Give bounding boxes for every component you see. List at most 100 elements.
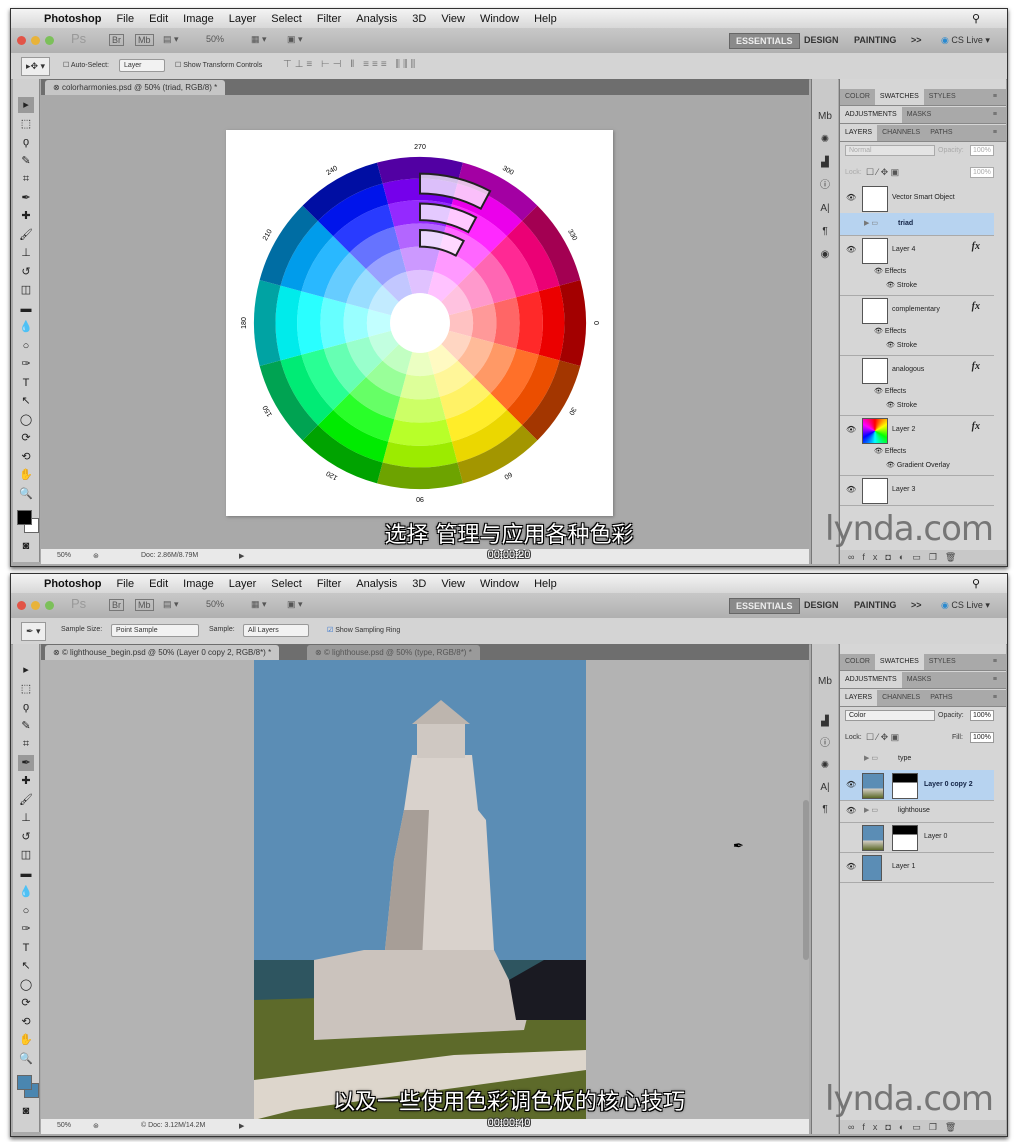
clone-stamp-icon[interactable]: ⊥ (18, 245, 34, 261)
effect-item[interactable]: 👁 Stroke (886, 341, 917, 349)
history-brush-icon[interactable]: ↺ (18, 829, 34, 845)
bridge-button[interactable]: Br (109, 599, 124, 611)
fx-icon[interactable]: fx (972, 301, 980, 312)
workspace-design[interactable]: DESIGN (804, 35, 839, 45)
mini-bridge-icon[interactable]: Mb (817, 674, 833, 690)
opacity-field[interactable]: 100% (970, 710, 994, 721)
foreground-color-swatch[interactable] (17, 510, 32, 525)
blur-tool-icon[interactable]: 💧 (18, 884, 34, 900)
character-icon[interactable]: A| (817, 780, 833, 796)
3d-orbit-icon[interactable]: ⟲ (18, 449, 34, 465)
workspace-painting[interactable]: PAINTING (854, 600, 896, 610)
info-icon[interactable]: ⓘ (817, 178, 833, 194)
brush-tool-icon[interactable]: 🖌 (18, 792, 34, 808)
mask-icon[interactable]: ◘ (885, 1122, 898, 1132)
menu-photoshop[interactable]: Photoshop (44, 578, 101, 590)
fx-icon[interactable]: fx (862, 552, 885, 562)
mini-bridge-button[interactable]: Mb (135, 34, 154, 46)
menu-help[interactable]: Help (534, 13, 557, 25)
type-tool-icon[interactable]: T (18, 375, 34, 391)
pen-tool-icon[interactable]: ✑ (18, 356, 34, 372)
arrange-documents-icon[interactable]: ▦ ▾ (251, 34, 267, 45)
layer-row[interactable]: 👁 Vector Smart Object (840, 183, 994, 214)
menu-select[interactable]: Select (271, 13, 302, 25)
cs-live-button[interactable]: ◉ CS Live ▾ (941, 35, 990, 46)
panel-menu-icon[interactable]: ≡ (988, 690, 1002, 706)
group-folder-icon[interactable]: ▶ ▭ (864, 754, 878, 762)
arrange-documents-icon[interactable]: ▦ ▾ (251, 599, 267, 610)
tab-layers[interactable]: LAYERS (840, 690, 878, 706)
move-tool-icon[interactable]: ▸ (18, 662, 34, 678)
pen-tool-icon[interactable]: ✑ (18, 921, 34, 937)
canvas-area[interactable]: ✒ (41, 660, 809, 1120)
mini-bridge-button[interactable]: Mb (135, 599, 154, 611)
close-tab-icon[interactable]: ⊗ (53, 648, 60, 657)
blur-tool-icon[interactable]: 💧 (18, 319, 34, 335)
menu-image[interactable]: Image (183, 578, 214, 590)
menu-file[interactable]: File (116, 578, 134, 590)
move-tool-preset[interactable]: ▸✥ ▾ (21, 57, 51, 76)
adjustment-icon[interactable]: ◐ (899, 1122, 912, 1132)
bridge-button[interactable]: Br (109, 34, 124, 46)
layer-row[interactable]: ▶ ▭ type (840, 748, 994, 771)
menu-photoshop[interactable]: Photoshop (44, 13, 101, 25)
menu-layer[interactable]: Layer (229, 13, 257, 25)
info-icon[interactable]: ⓘ (817, 736, 833, 752)
auto-select-checkbox[interactable]: ☐ Auto-Select: (63, 61, 109, 69)
lock-icons[interactable]: ☐ ⁄ ✥ ▣ (866, 167, 899, 178)
menu-window[interactable]: Window (480, 578, 519, 590)
path-select-icon[interactable]: ↖ (18, 958, 34, 974)
tab-channels[interactable]: CHANNELS (877, 690, 925, 706)
document-canvas[interactable]: 0 30 60 90 120 150 180 210 240 270 300 330 (226, 130, 613, 516)
search-icon[interactable]: ⚲ (972, 12, 980, 25)
cs-live-button[interactable]: ◉ CS Live ▾ (941, 600, 990, 611)
close-tab-icon[interactable]: ⊗ (315, 648, 322, 657)
3d-rotate-icon[interactable]: ⟳ (18, 995, 34, 1011)
menu-file[interactable]: File (116, 13, 134, 25)
lighthouse-image[interactable] (254, 660, 586, 1120)
tab-styles[interactable]: STYLES (924, 89, 961, 105)
blend-mode-select[interactable]: Color (845, 710, 935, 721)
fill-field[interactable]: 100% (970, 732, 994, 743)
zoom-tool-icon[interactable]: 🔍 (18, 486, 34, 502)
document-tab[interactable]: ⊗ © lighthouse.psd @ 50% (type, RGB/8*) … (307, 645, 480, 660)
effect-item[interactable]: 👁 Gradient Overlay (886, 461, 950, 469)
crop-tool-icon[interactable]: ⌗ (18, 736, 34, 752)
workspace-painting[interactable]: PAINTING (854, 35, 896, 45)
options-icon[interactable]: ◉ (817, 247, 833, 263)
marquee-tool-icon[interactable]: ⬚ (18, 116, 34, 132)
crop-tool-icon[interactable]: ⌗ (18, 171, 34, 187)
quick-mask-icon[interactable]: ◙ (18, 1103, 34, 1119)
layer-mask-thumbnail[interactable] (892, 773, 918, 799)
tab-masks[interactable]: MASKS (902, 672, 937, 688)
visibility-eye-icon[interactable]: 👁 (846, 806, 856, 815)
lasso-tool-icon[interactable]: ϙ (18, 134, 34, 150)
brush-tool-icon[interactable]: 🖌 (18, 227, 34, 243)
menu-3d[interactable]: 3D (412, 578, 426, 590)
hand-tool-icon[interactable]: ✋ (18, 467, 34, 483)
canvas-area[interactable]: 0 30 60 90 120 150 180 210 240 270 300 330 (41, 95, 809, 549)
panel-menu-icon[interactable]: ≡ (988, 125, 1002, 141)
link-icon[interactable]: ∞ (848, 552, 862, 562)
color-icon[interactable]: ✺ (817, 758, 833, 774)
tab-masks[interactable]: MASKS (902, 107, 937, 123)
lock-icons[interactable]: ☐ ⁄ ✥ ▣ (866, 732, 899, 743)
dodge-tool-icon[interactable]: ○ (18, 903, 34, 919)
layer-mask-thumbnail[interactable] (892, 825, 918, 851)
shape-tool-icon[interactable]: ◯ (18, 977, 34, 993)
menu-view[interactable]: View (441, 13, 465, 25)
fx-icon[interactable]: fx (862, 1122, 885, 1132)
menu-edit[interactable]: Edit (149, 13, 168, 25)
sample-size-dropdown[interactable]: Point Sample (111, 624, 199, 637)
marquee-tool-icon[interactable]: ⬚ (18, 681, 34, 697)
paragraph-icon[interactable]: ¶ (817, 802, 833, 818)
quick-mask-icon[interactable]: ◙ (18, 538, 34, 554)
visibility-eye-icon[interactable]: 👁 (846, 862, 856, 871)
foreground-color-swatch[interactable] (17, 1075, 32, 1090)
workspace-essentials[interactable]: ESSENTIALS (729, 33, 800, 49)
lasso-tool-icon[interactable]: ϙ (18, 699, 34, 715)
zoom-button[interactable] (45, 601, 54, 610)
document-tab-active[interactable]: ⊗ © lighthouse_begin.psd @ 50% (Layer 0 … (45, 645, 280, 660)
healing-brush-icon[interactable]: ✚ (18, 208, 34, 224)
eraser-tool-icon[interactable]: ◫ (18, 282, 34, 298)
